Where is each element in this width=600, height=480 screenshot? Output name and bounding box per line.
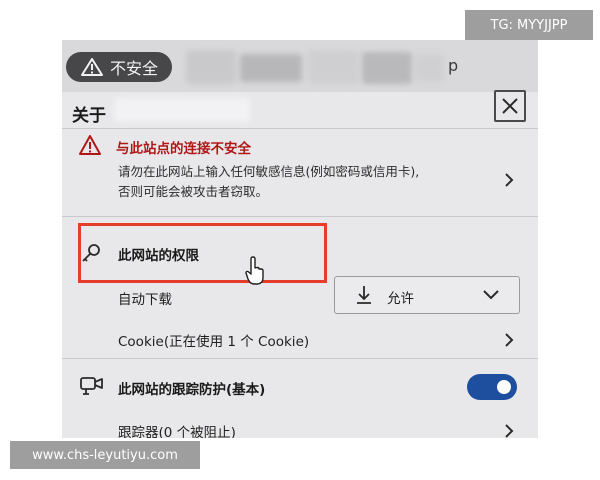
download-icon [357, 286, 371, 304]
chevron-right-icon[interactable] [504, 424, 514, 438]
divider [62, 128, 538, 129]
warning-line: 否则可能会被攻击者窃取。 [118, 184, 269, 199]
tracking-prevention-icon [80, 377, 103, 395]
warning-line: 请勿在此网站上输入任何敏感信息(例如密码或信用卡), [118, 164, 420, 179]
panel-title: 关于 [72, 106, 106, 126]
url-text: p [448, 56, 459, 75]
close-button[interactable] [494, 90, 526, 122]
tracking-prevention-label: 此网站的跟踪防护(基本) [118, 382, 266, 398]
auto-download-select[interactable]: 允许 [334, 276, 520, 314]
selected-value: 允许 [387, 291, 414, 307]
security-label: 不安全 [110, 59, 159, 78]
close-icon [502, 98, 518, 114]
trackers-label[interactable]: 跟踪器(0 个被阻止) [118, 421, 236, 438]
chevron-right-icon[interactable] [504, 333, 514, 347]
chevron-down-icon [483, 290, 499, 300]
photo-frame: 不安全 p 关于 与此站点的连接不安全 请勿在此网站上输入任何敏感信息(例如密码… [62, 40, 538, 438]
connection-warning-text: 请勿在此网站上输入任何敏感信息(例如密码或信用卡), 否则可能会被攻击者窃取。 [118, 162, 488, 202]
watermark: TG: MYYJJPP [465, 10, 593, 40]
warning-icon [81, 58, 103, 76]
blurred-url [308, 50, 358, 84]
auto-download-label: 自动下载 [118, 292, 172, 308]
warning-icon [79, 135, 101, 155]
blurred-url [186, 50, 236, 84]
address-bar: 不安全 p [62, 40, 538, 92]
cookie-label[interactable]: Cookie(正在使用 1 个 Cookie) [118, 330, 309, 350]
blurred-site-name [114, 98, 250, 122]
chevron-right-icon[interactable] [504, 173, 514, 187]
watermark: www.chs-leyutiyu.com [10, 441, 200, 469]
divider [62, 216, 538, 217]
blurred-url [240, 54, 302, 82]
tracking-prevention-toggle[interactable] [467, 374, 517, 400]
blurred-url [414, 54, 444, 82]
security-status-button[interactable]: 不安全 [66, 52, 172, 82]
hand-cursor-icon [245, 256, 264, 285]
toggle-knob [497, 380, 511, 394]
blurred-url [362, 52, 412, 84]
divider [62, 358, 538, 359]
connection-status-title[interactable]: 与此站点的连接不安全 [116, 137, 251, 157]
highlight-box [78, 223, 327, 283]
